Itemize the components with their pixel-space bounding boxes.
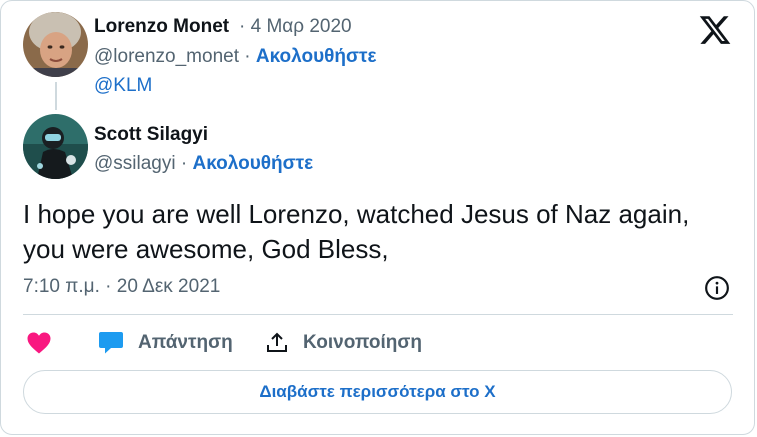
- separator-dot: ·: [180, 153, 188, 174]
- like-button[interactable]: [27, 327, 51, 359]
- reply-bubble-icon: [99, 332, 123, 354]
- tweet-text-line-1: I hope you are well Lorenzo, watched Jes…: [23, 199, 690, 229]
- author-handle[interactable]: @ssilagyi: [94, 153, 176, 174]
- reply-to-date[interactable]: · 4 Μαρ 2020: [239, 16, 352, 38]
- tweet-text-line-2: you were awesome, God Bless,: [23, 234, 389, 264]
- embedded-tweet-card: Lorenzo Monet · 4 Μαρ 2020 @lorenzo_mone…: [0, 0, 755, 435]
- share-label: Κοινοποίηση: [303, 332, 422, 353]
- heart-icon: [27, 332, 51, 354]
- share-button[interactable]: Κοινοποίηση: [265, 327, 422, 359]
- reply-to-handle-row: @lorenzo_monet · Ακολουθήστε: [94, 46, 377, 68]
- reply-to-handle[interactable]: @lorenzo_monet: [94, 46, 239, 67]
- info-icon[interactable]: [704, 275, 730, 301]
- lorenzo-avatar[interactable]: [23, 12, 88, 77]
- tweet-text: I hope you are well Lorenzo, watched Jes…: [23, 197, 743, 267]
- scott-avatar[interactable]: [23, 114, 88, 179]
- thread-connector-line: [55, 82, 57, 110]
- share-icon: [267, 332, 287, 352]
- reply-to-name[interactable]: Lorenzo Monet: [94, 16, 229, 38]
- author-name[interactable]: Scott Silagyi: [94, 124, 208, 146]
- follow-scott-link[interactable]: Ακολουθήστε: [192, 153, 313, 174]
- read-more-button[interactable]: Διαβάστε περισσότερα στο X: [23, 370, 732, 414]
- divider: [23, 314, 733, 315]
- reply-button[interactable]: Απάντηση: [98, 327, 233, 359]
- x-logo-icon[interactable]: [697, 13, 733, 47]
- author-handle-row: @ssilagyi · Ακολουθήστε: [94, 153, 313, 175]
- separator-dot: ·: [244, 46, 251, 67]
- follow-lorenzo-link[interactable]: Ακολουθήστε: [256, 46, 377, 67]
- reply-label: Απάντηση: [138, 332, 233, 353]
- tweet-timestamp[interactable]: 7:10 π.μ. · 20 Δεκ 2021: [23, 276, 220, 298]
- mention-klm-link[interactable]: @KLM: [94, 75, 152, 97]
